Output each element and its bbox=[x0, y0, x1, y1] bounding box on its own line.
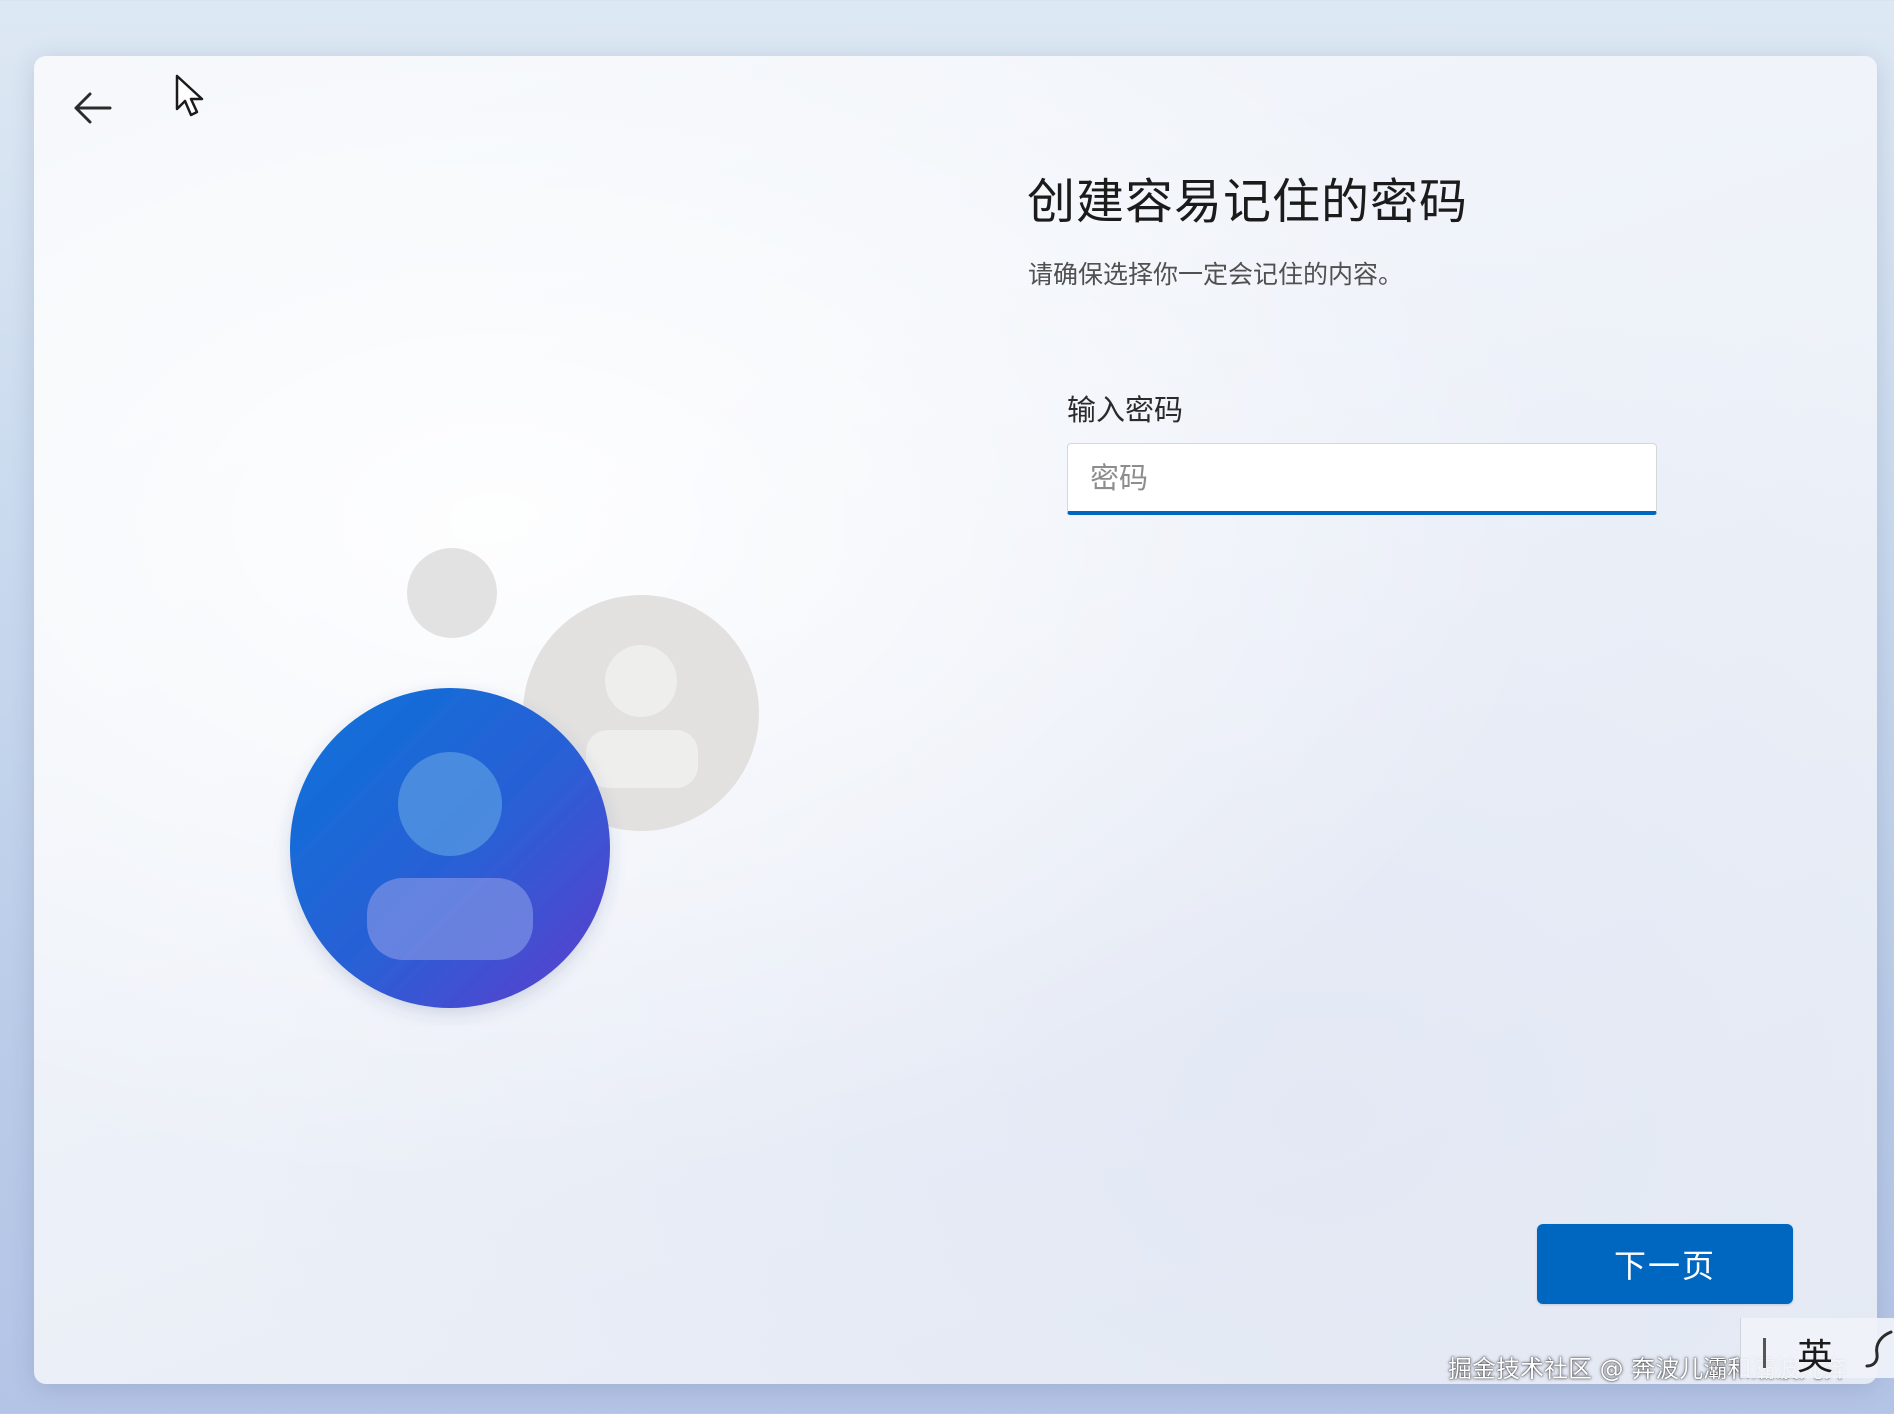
password-field-container[interactable] bbox=[1067, 443, 1657, 515]
back-button[interactable] bbox=[60, 76, 124, 140]
ime-settings-icon[interactable] bbox=[1863, 1326, 1894, 1372]
password-label: 输入密码 bbox=[1067, 393, 1184, 427]
next-button[interactable]: 下一页 bbox=[1537, 1224, 1793, 1304]
ime-indicator[interactable]: 英 bbox=[1740, 1318, 1894, 1378]
back-arrow-icon bbox=[74, 92, 112, 124]
user-accounts-icon bbox=[290, 548, 759, 1008]
small-avatar-dot bbox=[407, 548, 497, 638]
page-title: 创建容易记住的密码 bbox=[1027, 174, 1469, 230]
primary-avatar bbox=[290, 688, 610, 1008]
page-subtitle: 请确保选择你一定会记住的内容。 bbox=[1028, 260, 1404, 289]
ime-divider bbox=[1763, 1338, 1766, 1368]
password-input[interactable] bbox=[1068, 444, 1656, 511]
oobe-setup-window: 创建容易记住的密码 请确保选择你一定会记住的内容。 输入密码 下一页 bbox=[34, 56, 1877, 1384]
ime-mode-label[interactable]: 英 bbox=[1797, 1328, 1833, 1380]
